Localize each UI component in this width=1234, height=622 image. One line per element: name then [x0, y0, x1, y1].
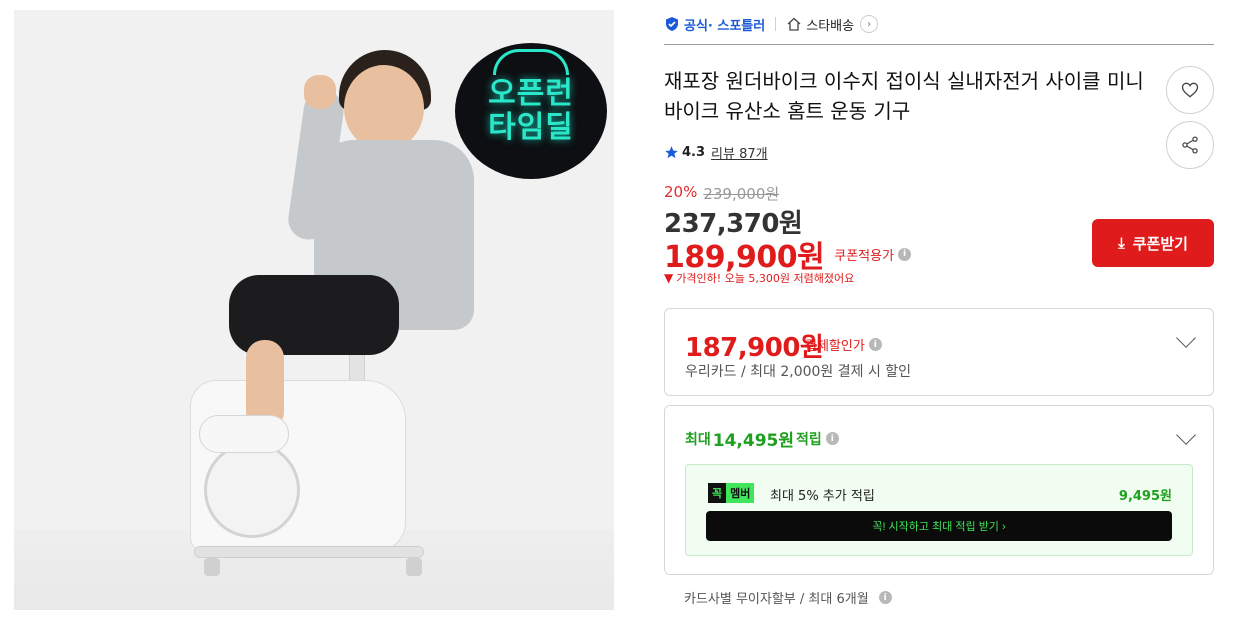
- coupon-download-button[interactable]: ⤓ 쿠폰받기: [1092, 219, 1214, 267]
- installment-info: 카드사별 무이자할부 / 최대 6개월 i: [684, 588, 892, 607]
- discount-percent: 20%: [664, 183, 698, 201]
- official-label[interactable]: 공식: [684, 15, 708, 34]
- card-discount-label: 결제할인가 i: [805, 335, 882, 354]
- bike-foot-right: [406, 558, 422, 576]
- point-amount: 14,495원: [712, 431, 795, 451]
- wishlist-button[interactable]: [1166, 66, 1214, 114]
- price-drop-text: 가격인하! 오늘 5,300원 저렴해졌어요: [676, 272, 855, 285]
- bike-foot-left: [204, 558, 220, 576]
- promo-badge-line2: 타임딜: [488, 110, 574, 145]
- member-benefit-box: 꼭 멤버 최대 5% 추가 적립 9,495원 꼭! 시작하고 최대 적립 받기…: [685, 464, 1193, 556]
- info-icon[interactable]: i: [868, 338, 882, 351]
- member-logo: 꼭 멤버: [708, 483, 755, 503]
- store-delivery-label[interactable]: 스타배송: [806, 15, 854, 34]
- info-icon[interactable]: i: [825, 432, 839, 445]
- seller-name-link[interactable]: · 스포틀러: [708, 15, 765, 34]
- model-head: [344, 65, 424, 151]
- info-icon[interactable]: i: [878, 591, 892, 604]
- member-benefit-text: 최대 5% 추가 적립: [770, 489, 875, 504]
- bike-flywheel: [204, 442, 300, 538]
- rating-row: 4.3 리뷰 87개: [664, 142, 768, 162]
- seller-row: 공식 · 스포틀러 스타배송 ›: [664, 12, 1214, 36]
- product-title: 재포장 원더바이크 이수지 접이식 실내자전거 사이클 미니 바이크 유산소 홈…: [664, 69, 1144, 123]
- model-shoe: [199, 415, 289, 453]
- point-summary: 최대 14,495원 적립 i: [685, 426, 839, 451]
- review-link[interactable]: 리뷰 87개: [711, 143, 768, 162]
- card-discount-label-text: 결제할인가: [805, 339, 865, 354]
- share-button[interactable]: [1166, 121, 1214, 169]
- download-icon: ⤓: [1118, 234, 1125, 252]
- share-icon: [1182, 136, 1198, 154]
- price-down-icon: ▼: [664, 271, 674, 285]
- rating-value: 4.3: [682, 144, 706, 160]
- chevron-right-icon[interactable]: ›: [860, 15, 879, 33]
- coupon-button-label: 쿠폰받기: [1132, 235, 1188, 253]
- original-price: 239,000원: [703, 185, 780, 203]
- star-icon: [665, 145, 678, 158]
- model-hand: [304, 75, 336, 109]
- price-drop-notice: ▼ 가격인하! 오늘 5,300원 저렴해졌어요: [664, 270, 854, 286]
- member-logo-part1: 꼭: [708, 483, 727, 503]
- divider: [775, 17, 777, 31]
- member-join-button[interactable]: 꼭! 시작하고 최대 적립 받기 ›: [706, 511, 1172, 541]
- card-discount-box[interactable]: 187,900원 결제할인가 i 우리카드 / 최대 2,000원 결제 시 할…: [664, 308, 1214, 396]
- shield-check-icon: [664, 16, 680, 32]
- chevron-down-icon[interactable]: [1176, 425, 1196, 445]
- installment-text: 카드사별 무이자할부 / 최대 6개월: [684, 592, 869, 607]
- chevron-down-icon[interactable]: [1176, 328, 1196, 348]
- seller-divider: [664, 44, 1214, 45]
- point-prefix: 최대: [685, 431, 711, 448]
- coupon-price-label: 쿠폰적용가: [834, 248, 895, 264]
- point-reward-box: 최대 14,495원 적립 i 꼭 멤버 최대 5% 추가 적립 9,495원 …: [664, 405, 1214, 575]
- product-info-panel: 공식 · 스포틀러 스타배송 › 재포장 원더바이크 이수지 접이식 실내자전거…: [664, 0, 1214, 622]
- point-suffix: 적립: [796, 431, 822, 448]
- promo-badge-line1: 오픈런: [488, 76, 574, 111]
- info-icon[interactable]: i: [898, 247, 912, 261]
- member-logo-part2: 멤버: [726, 483, 755, 503]
- bike-base: [194, 546, 424, 558]
- heart-icon: [1181, 82, 1199, 98]
- alarm-clock-icon: [493, 49, 569, 75]
- card-discount-description: 우리카드 / 최대 2,000원 결제 시 할인: [685, 364, 912, 380]
- member-benefit-amount: 9,495원: [1118, 489, 1172, 504]
- promo-badge: 오픈런 타임딜: [455, 43, 607, 179]
- discount-row: 20% 239,000원: [664, 183, 779, 204]
- card-discount-price: 187,900원: [685, 333, 824, 363]
- product-image[interactable]: 오픈런 타임딜: [14, 10, 614, 610]
- home-icon: [786, 16, 802, 32]
